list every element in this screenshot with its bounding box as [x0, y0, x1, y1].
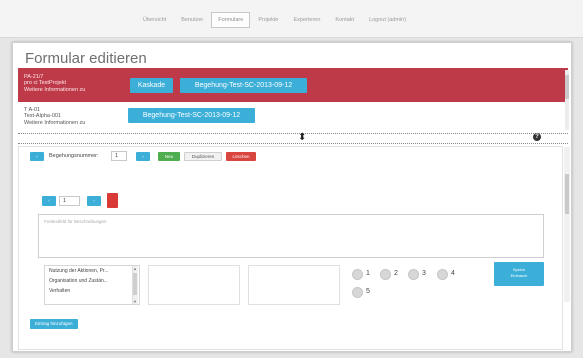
- list-scroll-up-icon[interactable]: ▲: [133, 266, 137, 271]
- nav-item-logout[interactable]: Logout (admin): [362, 12, 413, 28]
- rating-radio-2[interactable]: [380, 269, 391, 280]
- rating-label-3: 3: [422, 270, 426, 277]
- nav-item-uebersicht[interactable]: Übersicht: [136, 12, 173, 28]
- rating-label-1: 1: [366, 270, 370, 277]
- project-info-2: T A-01 Test-Alpha-001 Weitere Informatio…: [24, 107, 85, 126]
- page-title: Formular editieren: [25, 50, 147, 67]
- begehung-button-white[interactable]: Begehung-Test-SC-2013-09-12: [128, 108, 255, 123]
- rating-label-2: 2: [394, 270, 398, 277]
- duplicate-button[interactable]: Duplizieren: [184, 152, 222, 161]
- project-more-info: Weitere Informationen zu: [24, 86, 86, 93]
- rating-label-4: 4: [451, 270, 455, 277]
- save-label-line2: Eintrasch: [510, 273, 528, 278]
- delete-button[interactable]: Löschen: [226, 152, 256, 161]
- stepper-decrement-button[interactable]: ‹: [42, 196, 56, 206]
- right-scrollbar[interactable]: [564, 147, 570, 302]
- upper-scrollbar-thumb[interactable]: [565, 75, 569, 99]
- help-icon[interactable]: ?: [533, 133, 541, 141]
- nav-list: Übersicht Benutzer Formulare Projekte Ex…: [136, 12, 414, 28]
- top-navigation: Übersicht Benutzer Formulare Projekte Ex…: [0, 0, 583, 38]
- right-scrollbar-thumb[interactable]: [565, 174, 569, 214]
- nav-item-formulare[interactable]: Formulare: [211, 12, 251, 28]
- list-item[interactable]: Nutzung der Aktionen, Pr...: [45, 266, 139, 276]
- stepper-increment-button[interactable]: ›: [87, 196, 101, 206]
- prev-begehung-button[interactable]: ‹: [30, 152, 44, 161]
- next-begehung-button[interactable]: ›: [136, 152, 150, 161]
- rating-radio-1[interactable]: [352, 269, 363, 280]
- sub-list-box[interactable]: [148, 265, 240, 305]
- begehungsnummer-field[interactable]: 1: [111, 151, 127, 161]
- nav-item-experteren[interactable]: Experteren: [287, 12, 328, 28]
- description-placeholder: Freitextfeld für Beschreibungen: [44, 219, 107, 224]
- save-entry-button[interactable]: Speich Eintrasch: [494, 262, 544, 286]
- rating-radio-5[interactable]: [352, 287, 363, 298]
- list-item[interactable]: Verhalten: [45, 286, 139, 296]
- list-item[interactable]: Organisation und Zustän...: [45, 276, 139, 286]
- description-textarea[interactable]: Freitextfeld für Beschreibungen: [38, 214, 544, 258]
- divider-top: [18, 133, 568, 134]
- rating-radio-3[interactable]: [408, 269, 419, 280]
- add-entry-button[interactable]: Eintrag hinzufügen: [30, 319, 78, 329]
- detail-list-box[interactable]: [248, 265, 340, 305]
- project-info: PA-21/7 pro ci TestProjekt Weitere Infor…: [24, 74, 85, 93]
- list-scroll-down-icon[interactable]: ▼: [133, 299, 137, 304]
- stepper-value[interactable]: 1: [59, 196, 80, 206]
- remove-square-button[interactable]: [107, 193, 118, 208]
- kaskade-button[interactable]: Kaskade: [130, 78, 173, 93]
- rating-label-5: 5: [366, 288, 370, 295]
- selected-project-row[interactable]: PA-21/7 pro ci TestProjekt Weitere Infor…: [18, 68, 568, 102]
- nav-item-projekte[interactable]: Projekte: [251, 12, 285, 28]
- rating-radio-4[interactable]: [437, 269, 448, 280]
- begehung-button-red[interactable]: Begehung-Test-SC-2013-09-12: [180, 78, 307, 93]
- project-more-info-2: Weitere Informationen zu: [24, 119, 86, 126]
- nav-item-benutzer[interactable]: Benutzer: [174, 12, 210, 28]
- divider-bottom: [18, 143, 568, 144]
- resize-handle-icon[interactable]: ⬍: [298, 132, 306, 143]
- nav-item-kontakt[interactable]: Kontakt: [328, 12, 361, 28]
- category-listbox[interactable]: Nutzung der Aktionen, Pr... Organisation…: [44, 265, 140, 305]
- project-row[interactable]: T A-01 Test-Alpha-001 Weitere Informatio…: [18, 102, 568, 130]
- new-button[interactable]: Neu: [158, 152, 180, 161]
- list-scrollbar-thumb[interactable]: [133, 273, 137, 295]
- begehungsnummer-label: Begehungsnummer:: [49, 153, 99, 159]
